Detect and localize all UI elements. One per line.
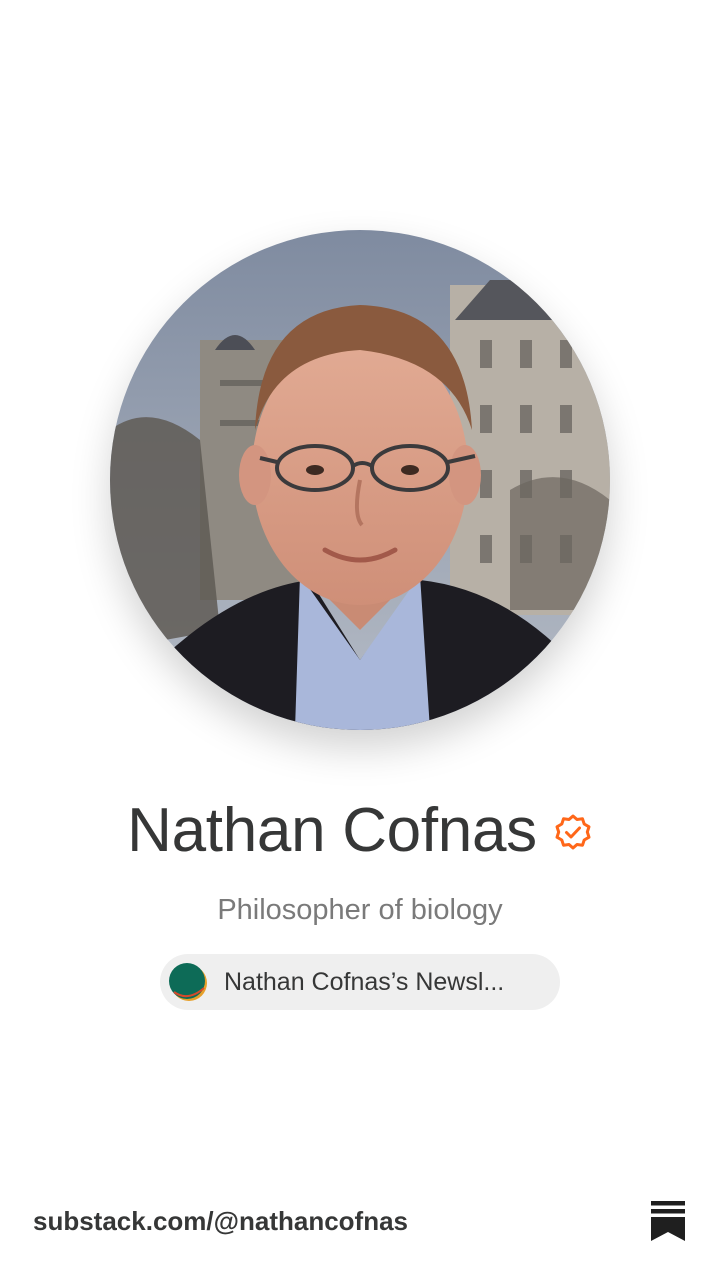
profile-name-row: Nathan Cofnas [0,795,720,867]
profile-url: substack.com/@nathancofnas [33,1206,409,1236]
publication-link[interactable]: Nathan Cofnas’s Newsl... [160,954,560,1010]
profile-bio: Philosopher of biology [217,894,503,926]
profile-photo [110,230,610,730]
publication-logo-icon [169,963,207,1001]
verified-badge-icon [555,814,591,850]
publication-name: Nathan Cofnas’s Newsl... [224,967,505,996]
profile-name: Nathan Cofnas [127,796,537,865]
substack-logo-icon [651,1201,685,1241]
